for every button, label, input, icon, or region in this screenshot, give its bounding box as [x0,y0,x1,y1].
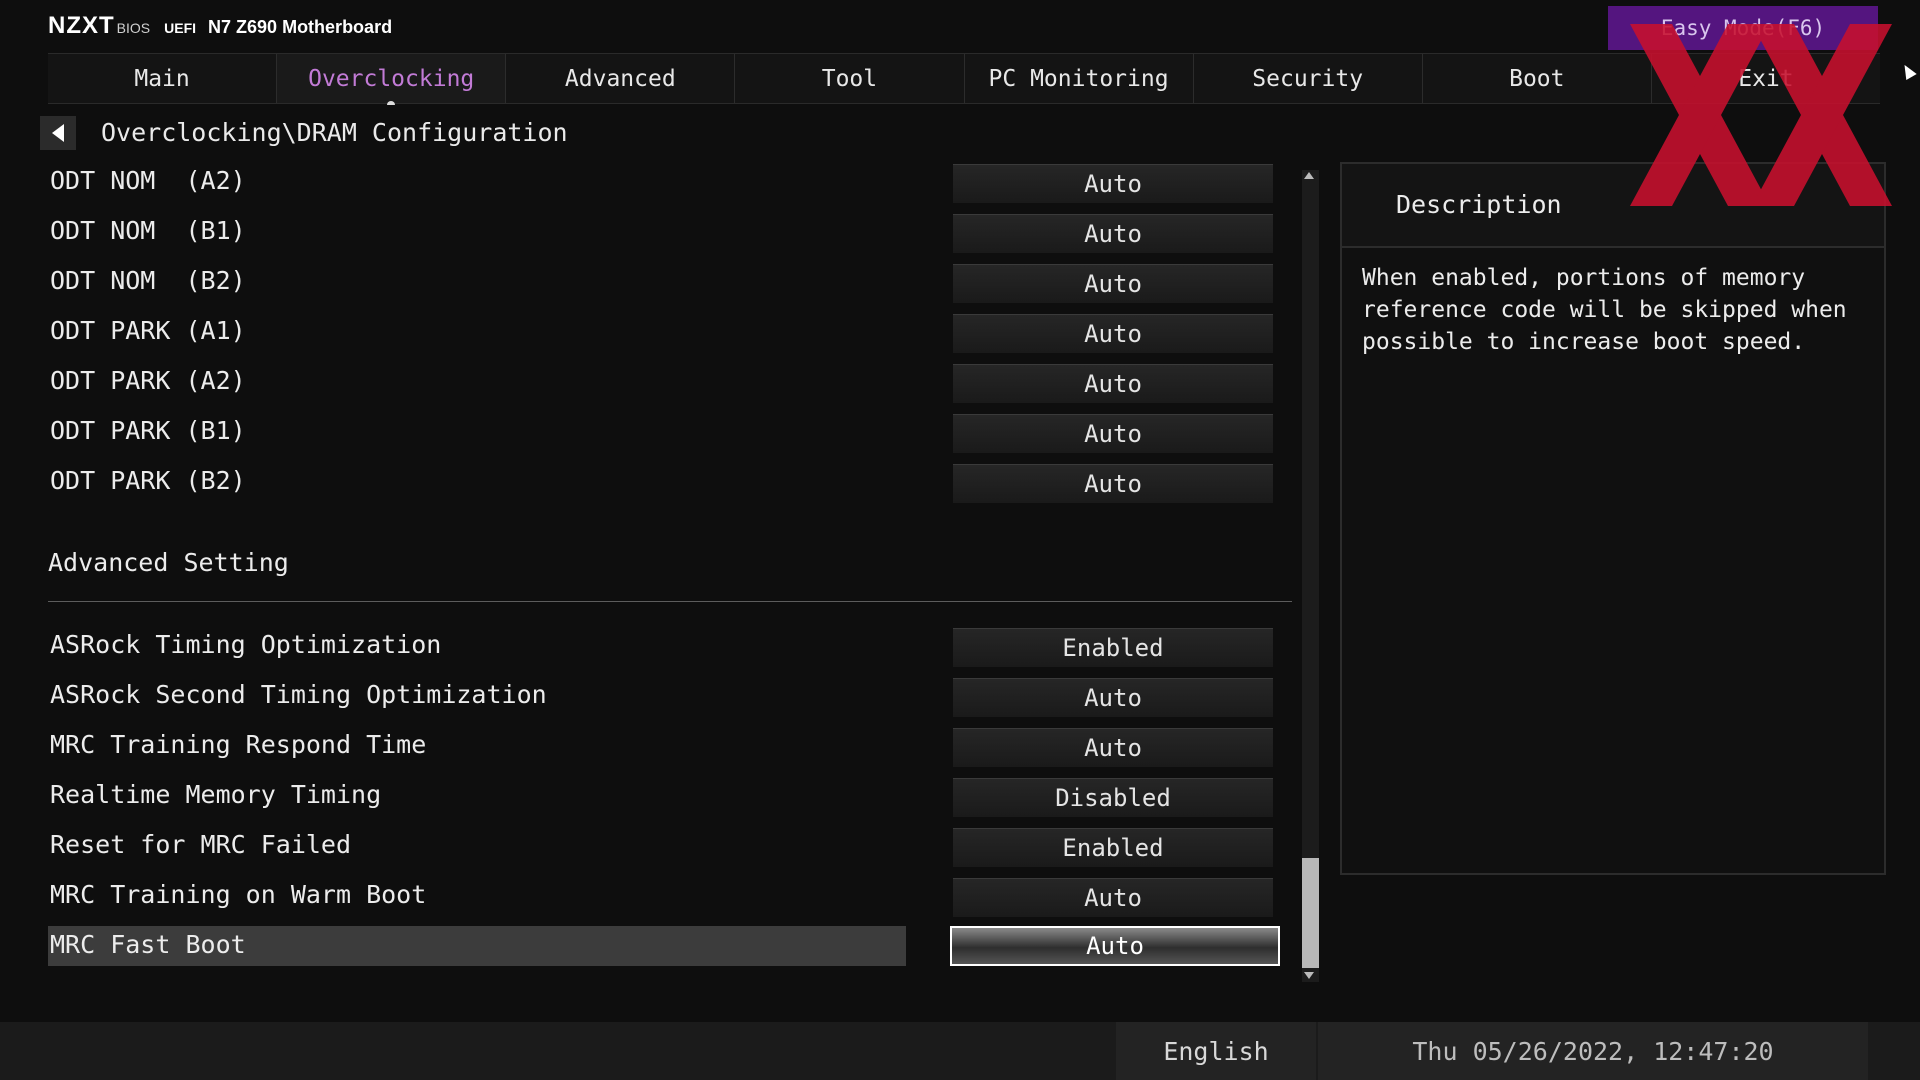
setting-label: ODT NOM (B2) [50,266,246,295]
setting-row-reset-for-mrc-failed[interactable]: Reset for MRC Failed Enabled [48,826,1278,867]
setting-row-mrc-fast-boot[interactable]: MRC Fast Boot Auto [48,926,1280,966]
setting-value[interactable]: Auto [953,214,1273,253]
setting-label: ASRock Second Timing Optimization [50,680,547,709]
setting-row-odt-nom-a2[interactable]: ODT NOM (A2) Auto [48,162,1278,203]
brand-header: NZXT BIOS UEFI N7 Z690 Motherboard [48,12,392,42]
motherboard-model: N7 Z690 Motherboard [208,17,393,37]
setting-row-mrc-training-respond-time[interactable]: MRC Training Respond Time Auto [48,726,1278,767]
tab-security[interactable]: Security [1193,54,1423,103]
tab-boot[interactable]: Boot [1422,54,1652,103]
setting-label: Realtime Memory Timing [50,780,382,809]
setting-row-mrc-training-on-warm-boot[interactable]: MRC Training on Warm Boot Auto [48,876,1278,917]
mouse-cursor-icon [1899,61,1917,81]
setting-label: Reset for MRC Failed [50,830,352,859]
setting-value[interactable]: Disabled [953,778,1273,817]
setting-value[interactable]: Auto [953,264,1273,303]
setting-value[interactable]: Auto [953,878,1273,917]
setting-row-odt-park-b1[interactable]: ODT PARK (B1) Auto [48,412,1278,453]
bios-label: BIOS [116,20,151,36]
setting-label: MRC Fast Boot [50,930,246,959]
setting-label: MRC Training on Warm Boot [50,880,427,909]
uefi-label: UEFI [164,20,197,36]
xx-watermark-logo [1630,24,1892,206]
scroll-up-arrow-icon[interactable] [1304,172,1314,179]
description-title: Description [1396,190,1562,219]
setting-value[interactable]: Auto [953,678,1273,717]
setting-value[interactable]: Auto [953,464,1273,503]
setting-label: ODT PARK (A1) [50,316,246,345]
setting-value[interactable]: Auto [953,164,1273,203]
nzxt-logo: NZXT [48,12,115,39]
setting-value[interactable]: Auto [953,414,1273,453]
setting-value[interactable]: Auto [953,364,1273,403]
setting-row-odt-park-b2[interactable]: ODT PARK (B2) Auto [48,462,1278,503]
tab-advanced[interactable]: Advanced [506,54,736,103]
setting-value[interactable]: Auto [953,728,1273,767]
setting-label: ODT PARK (B1) [50,416,246,445]
setting-label: ODT PARK (A2) [50,366,246,395]
tab-main[interactable]: Main [48,54,278,103]
setting-row-odt-nom-b2[interactable]: ODT NOM (B2) Auto [48,262,1278,303]
setting-label: ODT NOM (B1) [50,216,246,245]
setting-label: MRC Training Respond Time [50,730,427,759]
date-time-display[interactable]: Thu 05/26/2022, 12:47:20 [1318,1022,1868,1080]
breadcrumb: Overclocking\DRAM Configuration [101,118,568,147]
setting-row-realtime-memory-timing[interactable]: Realtime Memory Timing Disabled [48,776,1278,817]
setting-label: ASRock Timing Optimization [50,630,442,659]
description-text: When enabled, portions of memory referen… [1362,265,1847,355]
setting-label: ODT PARK (B2) [50,466,246,495]
setting-row-asrock-second-timing-optimization[interactable]: ASRock Second Timing Optimization Auto [48,676,1278,717]
tab-pc-monitoring[interactable]: PC Monitoring [964,54,1194,103]
section-divider [48,601,1292,602]
setting-row-odt-park-a2[interactable]: ODT PARK (A2) Auto [48,362,1278,403]
back-arrow-icon [52,124,64,142]
main-tabs: Main Overclocking Advanced Tool PC Monit… [48,53,1880,105]
setting-label: ODT NOM (A2) [50,166,246,195]
language-selector[interactable]: English [1116,1022,1316,1080]
setting-row-odt-park-a1[interactable]: ODT PARK (A1) Auto [48,312,1278,353]
setting-value[interactable]: Auto [953,314,1273,353]
tab-overclocking[interactable]: Overclocking [277,54,507,105]
setting-value-selected[interactable]: Auto [950,926,1280,966]
back-button[interactable] [40,116,76,150]
tab-tool[interactable]: Tool [735,54,965,103]
setting-row-odt-nom-b1[interactable]: ODT NOM (B1) Auto [48,212,1278,253]
scrollbar-thumb[interactable] [1302,858,1319,968]
setting-value[interactable]: Enabled [953,828,1273,867]
description-panel: Description When enabled, portions of me… [1340,162,1886,875]
setting-row-asrock-timing-optimization[interactable]: ASRock Timing Optimization Enabled [48,626,1278,667]
scroll-down-arrow-icon[interactable] [1304,972,1314,979]
setting-value[interactable]: Enabled [953,628,1273,667]
section-title-advanced-setting: Advanced Setting [48,548,289,577]
